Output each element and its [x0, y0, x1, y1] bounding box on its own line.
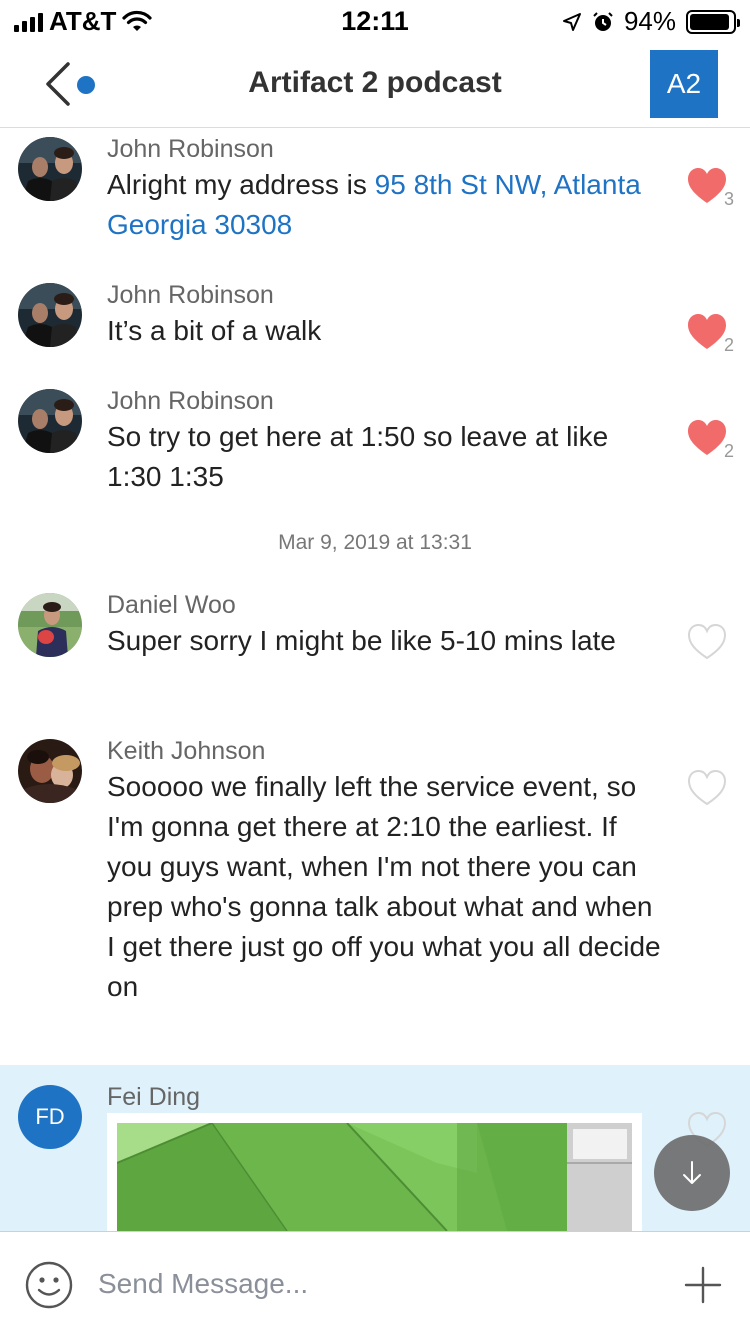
message-item: John Robinson It’s a bit of a walk 2 [0, 275, 750, 380]
sender-name: John Robinson [107, 387, 274, 415]
sender-name: John Robinson [107, 281, 274, 309]
like-count: 2 [724, 335, 735, 355]
message-text: Super sorry I might be like 5-10 mins la… [107, 625, 616, 656]
like-button[interactable] [686, 769, 728, 807]
heart-filled-icon [688, 420, 726, 455]
message-input[interactable] [98, 1258, 638, 1310]
avatar[interactable] [18, 283, 82, 347]
attachment-image[interactable] [117, 1123, 632, 1231]
battery-icon [686, 9, 740, 34]
message-item: John Robinson So try to get here at 1:50… [0, 381, 750, 521]
sender-name: Keith Johnson [107, 737, 266, 765]
battery-fill [690, 13, 730, 30]
heart-filled-icon [688, 168, 726, 203]
arrow-down-icon [683, 1161, 701, 1184]
message-list[interactable]: John Robinson Alright my address is 95 8… [0, 129, 750, 1231]
message-text: Alright my address is 95 8th St NW, Atla… [107, 165, 667, 245]
message-text: So try to get here at 1:50 so leave at l… [107, 421, 609, 492]
heart-filled-icon [688, 314, 726, 349]
avatar-initials[interactable]: FD [18, 1085, 82, 1149]
status-right: 94% [562, 6, 740, 37]
like-button[interactable] [686, 167, 728, 205]
message-item: Keith Johnson Sooooo we finally left the… [0, 731, 750, 1061]
status-bar: AT&T 12:11 94% [0, 0, 750, 40]
sender-name: Daniel Woo [107, 591, 236, 619]
alarm-icon [593, 11, 613, 31]
scroll-to-bottom-button[interactable] [654, 1135, 730, 1211]
add-attachment-button[interactable] [684, 1266, 722, 1304]
sender-name: Fei Ding [107, 1083, 201, 1111]
plus-icon [684, 1266, 722, 1304]
conversation-title: Artifact 2 podcast [248, 66, 502, 99]
group-avatar[interactable]: A2 [650, 50, 718, 118]
location-icon [562, 12, 581, 31]
emoji-button[interactable] [24, 1260, 74, 1310]
like-button[interactable] [686, 419, 728, 457]
message-text: It’s a bit of a walk [107, 315, 322, 346]
message-composer [0, 1231, 750, 1334]
smiley-icon [25, 1261, 73, 1309]
like-button[interactable] [686, 623, 728, 661]
nav-bar: Artifact 2 podcast A2 [0, 44, 750, 128]
avatar[interactable] [18, 739, 82, 803]
message-text: Sooooo we finally left the service event… [107, 771, 661, 1002]
message-item: Daniel Woo Super sorry I might be like 5… [0, 585, 750, 725]
message-item-highlighted: FD Fei Ding [0, 1065, 750, 1231]
avatar[interactable] [18, 389, 82, 453]
message-text-prefix: Alright my address is [107, 169, 375, 200]
avatar[interactable] [18, 593, 82, 657]
like-count: 2 [724, 441, 735, 461]
heart-outline-icon [687, 769, 727, 806]
like-button[interactable] [686, 313, 728, 351]
like-count: 3 [724, 189, 735, 209]
heart-outline-icon [687, 623, 727, 660]
avatar[interactable] [18, 137, 82, 201]
sender-name: John Robinson [107, 135, 274, 163]
battery-percent: 94% [623, 6, 676, 36]
message-item: John Robinson Alright my address is 95 8… [0, 129, 750, 274]
timestamp-divider: Mar 9, 2019 at 13:31 [278, 531, 472, 554]
image-attachment[interactable] [107, 1113, 642, 1231]
